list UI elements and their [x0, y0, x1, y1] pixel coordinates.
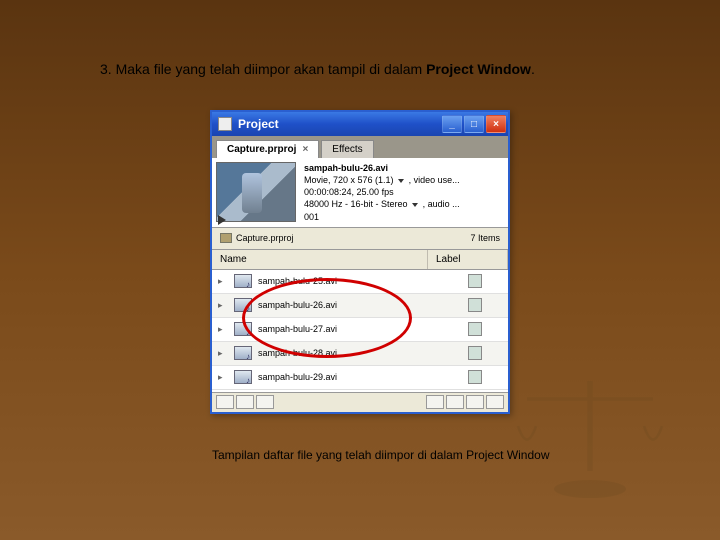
preview-id: 001 [304, 211, 460, 223]
dropdown-icon[interactable] [398, 179, 404, 183]
list-item[interactable]: ▸ sampah-bulu-29.avi [212, 366, 508, 390]
find-button[interactable] [426, 395, 444, 409]
preview-filename: sampah-bulu-26.avi [304, 162, 460, 174]
clip-icon [234, 322, 252, 336]
preview-duration: 00:00:08:24, 25.00 fps [304, 186, 460, 198]
icon-view-button[interactable] [236, 395, 254, 409]
play-icon[interactable] [218, 215, 226, 225]
panel-tabs: Capture.prproj × Effects [212, 136, 508, 158]
list-view-button[interactable] [216, 395, 234, 409]
clip-icon [234, 274, 252, 288]
tab-close-icon[interactable]: × [302, 144, 308, 155]
list-item[interactable]: ▸ sampah-bulu-26.avi [212, 294, 508, 318]
file-name: sampah-bulu-29.avi [258, 372, 468, 382]
expand-icon[interactable]: ▸ [218, 324, 228, 335]
expand-icon[interactable]: ▸ [218, 372, 228, 383]
tab-effects[interactable]: Effects [321, 140, 373, 158]
window-title: Project [238, 117, 279, 131]
preview-video-usage: , video use... [409, 175, 460, 185]
label-swatch[interactable] [468, 322, 482, 336]
instruction-text: 3. Maka file yang telah diimpor akan tam… [100, 60, 620, 78]
instruction-bold: Project Window [426, 61, 531, 77]
dropdown-icon[interactable] [412, 203, 418, 207]
label-swatch[interactable] [468, 274, 482, 288]
clip-metadata: sampah-bulu-26.avi Movie, 720 x 576 (1.1… [304, 162, 460, 223]
tab-capture[interactable]: Capture.prproj × [216, 140, 319, 158]
maximize-button[interactable]: □ [464, 115, 484, 133]
preview-resolution: Movie, 720 x 576 (1.1) [304, 175, 394, 185]
caption-text: Tampilan daftar file yang telah diimpor … [212, 448, 550, 462]
file-list: ▸ sampah-bulu-25.avi ▸ sampah-bulu-26.av… [212, 270, 508, 392]
expand-icon[interactable]: ▸ [218, 300, 228, 311]
app-icon [218, 117, 232, 131]
list-item[interactable]: ▸ sampah-bulu-28.avi [212, 342, 508, 366]
background-scale-graphic [500, 360, 680, 510]
bin-header: Capture.prproj 7 Items [212, 228, 508, 250]
clip-icon [234, 298, 252, 312]
list-item[interactable]: ▸ sampah-bulu-27.avi [212, 318, 508, 342]
instruction-prefix: 3. Maka file yang telah diimpor akan tam… [100, 61, 426, 77]
instruction-suffix: . [531, 61, 535, 77]
expand-icon[interactable]: ▸ [218, 276, 228, 287]
column-label[interactable]: Label [428, 250, 508, 269]
tab-label: Capture.prproj [227, 144, 296, 155]
label-swatch[interactable] [468, 346, 482, 360]
tab-label: Effects [332, 144, 362, 155]
titlebar: Project _ □ × [212, 112, 508, 136]
panel-footer [212, 392, 508, 412]
file-name: sampah-bulu-26.avi [258, 300, 468, 310]
minimize-button[interactable]: _ [442, 115, 462, 133]
bin-name: Capture.prproj [236, 233, 294, 243]
file-name: sampah-bulu-25.avi [258, 276, 468, 286]
trash-button[interactable] [486, 395, 504, 409]
expand-icon[interactable]: ▸ [218, 348, 228, 359]
clip-icon [234, 346, 252, 360]
preview-audio: 48000 Hz - 16-bit - Stereo [304, 199, 408, 209]
column-name[interactable]: Name [212, 250, 428, 269]
new-item-button[interactable] [466, 395, 484, 409]
clip-thumbnail[interactable] [216, 162, 296, 222]
bin-icon [220, 233, 232, 243]
close-button[interactable]: × [486, 115, 506, 133]
list-item[interactable]: ▸ sampah-bulu-25.avi [212, 270, 508, 294]
file-name: sampah-bulu-28.avi [258, 348, 468, 358]
bin-count: 7 Items [470, 233, 500, 243]
preview-audio-usage: , audio ... [423, 199, 460, 209]
file-name: sampah-bulu-27.avi [258, 324, 468, 334]
label-swatch[interactable] [468, 298, 482, 312]
auto-button[interactable] [256, 395, 274, 409]
clip-icon [234, 370, 252, 384]
new-bin-button[interactable] [446, 395, 464, 409]
project-window: Project _ □ × Capture.prproj × Effects sa… [210, 110, 510, 414]
column-headers: Name Label [212, 250, 508, 270]
label-swatch[interactable] [468, 370, 482, 384]
preview-area: sampah-bulu-26.avi Movie, 720 x 576 (1.1… [212, 158, 508, 228]
